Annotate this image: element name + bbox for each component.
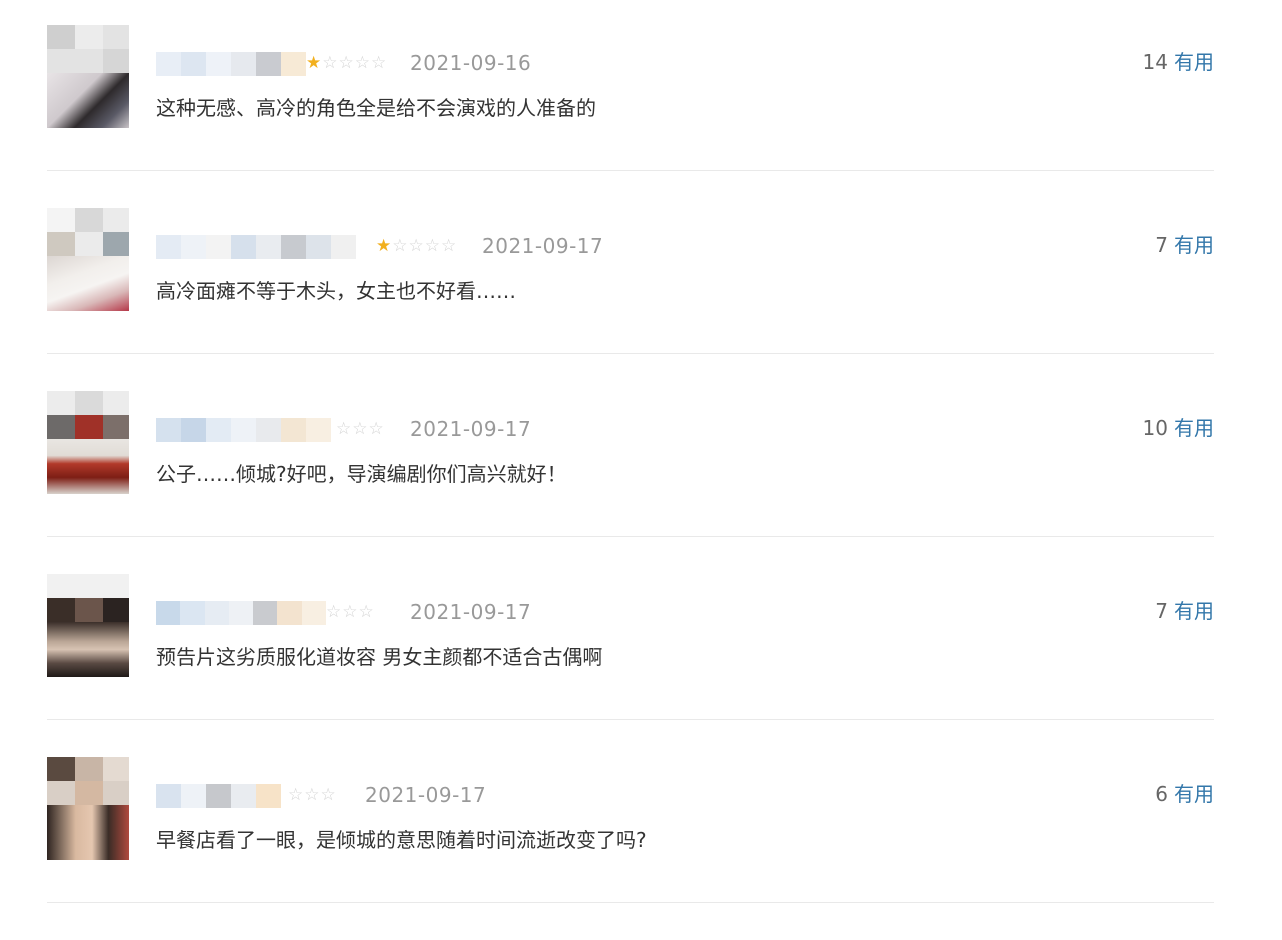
comment-text: 高冷面瘫不等于木头，女主也不好看……	[156, 279, 516, 303]
rating-stars: ☆☆☆	[326, 602, 375, 622]
comment-item: ★☆☆☆☆ 2021-09-16 14 有用 这种无感、高冷的角色全是给不会演戏的…	[0, 25, 1282, 208]
divider	[47, 902, 1214, 903]
useful-button[interactable]: 有用	[1174, 782, 1214, 806]
useful-button[interactable]: 有用	[1174, 599, 1214, 623]
useful-button[interactable]: 有用	[1174, 50, 1214, 74]
useful-button[interactable]: 有用	[1174, 233, 1214, 257]
username-blurred[interactable]	[156, 235, 366, 259]
comment-text: 早餐店看了一眼，是倾城的意思随着时间流逝改变了吗?	[156, 828, 647, 852]
vote-count: 6	[1155, 782, 1168, 806]
username-blurred[interactable]	[156, 418, 336, 442]
useful-button[interactable]: 有用	[1174, 416, 1214, 440]
divider	[47, 719, 1214, 720]
comment-date: 2021-09-17	[365, 783, 487, 807]
comment-item: ☆☆☆ 2021-09-17 6 有用 早餐店看了一眼，是倾城的意思随着时间流逝改…	[0, 757, 1282, 940]
divider	[47, 536, 1214, 537]
avatar[interactable]	[47, 208, 129, 311]
username-blurred[interactable]	[156, 52, 306, 76]
comment-text: 公子……倾城?好吧，导演编剧你们高兴就好！	[156, 462, 567, 486]
divider	[47, 170, 1214, 171]
comment-text: 这种无感、高冷的角色全是给不会演戏的人准备的	[156, 96, 596, 120]
vote-area: 14 有用	[1143, 50, 1214, 74]
comment-date: 2021-09-17	[410, 417, 532, 441]
comment-date: 2021-09-17	[410, 600, 532, 624]
vote-area: 7 有用	[1155, 599, 1214, 623]
comment-item: ★☆☆☆☆ 2021-09-17 7 有用 高冷面瘫不等于木头，女主也不好看……	[0, 208, 1282, 391]
rating-stars: ☆☆☆	[288, 785, 337, 805]
comment-date: 2021-09-17	[482, 234, 604, 258]
username-blurred[interactable]	[156, 784, 288, 808]
comment-text: 预告片这劣质服化道妆容 男女主颜都不适合古偶啊	[156, 645, 603, 669]
avatar[interactable]	[47, 757, 129, 860]
username-blurred[interactable]	[156, 601, 326, 625]
vote-count: 7	[1155, 599, 1168, 623]
vote-area: 10 有用	[1143, 416, 1214, 440]
comment-date: 2021-09-16	[410, 51, 532, 75]
vote-area: 7 有用	[1155, 233, 1214, 257]
avatar[interactable]	[47, 574, 129, 677]
rating-stars: ★☆☆☆☆	[376, 236, 458, 256]
comment-list: ★☆☆☆☆ 2021-09-16 14 有用 这种无感、高冷的角色全是给不会演戏的…	[0, 0, 1282, 912]
comment-item: ☆☆☆ 2021-09-17 7 有用 预告片这劣质服化道妆容 男女主颜都不适合古…	[0, 574, 1282, 757]
rating-stars: ★☆☆☆☆	[306, 53, 388, 73]
divider	[47, 353, 1214, 354]
rating-stars: ☆☆☆	[336, 419, 385, 439]
avatar[interactable]	[47, 25, 129, 128]
vote-count: 14	[1142, 50, 1168, 74]
vote-area: 6 有用	[1155, 782, 1214, 806]
vote-count: 7	[1155, 233, 1168, 257]
comment-item: ☆☆☆ 2021-09-17 10 有用 公子……倾城?好吧，导演编剧你们高兴就好…	[0, 391, 1282, 574]
avatar[interactable]	[47, 391, 129, 494]
vote-count: 10	[1142, 416, 1168, 440]
